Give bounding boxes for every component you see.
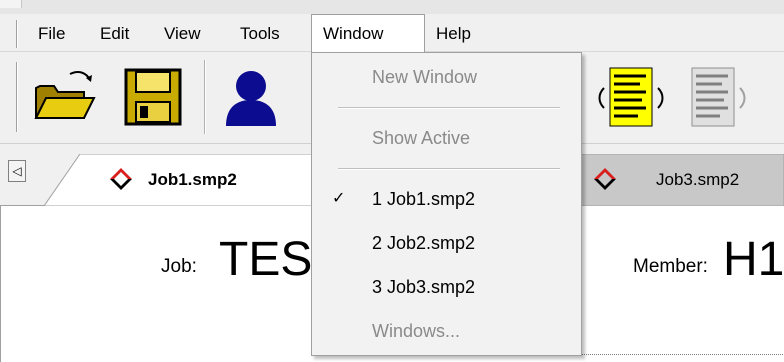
menu-item-window-3[interactable]: 3 Job3.smp2	[312, 267, 581, 307]
check-icon: ✓	[332, 190, 346, 207]
gray-document-icon	[691, 67, 746, 127]
menubar-grip[interactable]	[16, 20, 18, 48]
menu-view[interactable]: View	[156, 20, 209, 48]
user-button[interactable]	[216, 62, 286, 132]
job-diamond-icon	[594, 168, 616, 190]
menu-item-window-2[interactable]: 2 Job2.smp2	[312, 223, 581, 263]
menu-help[interactable]: Help	[428, 20, 479, 48]
menu-edit[interactable]: Edit	[92, 20, 137, 48]
title-strip-tab	[0, 0, 22, 8]
gray-document-button[interactable]	[678, 62, 748, 132]
tab-job3[interactable]: Job3.smp2	[560, 154, 784, 206]
job-diamond-icon	[110, 168, 132, 190]
dotted-line	[581, 354, 784, 355]
menu-item-windows[interactable]: Windows...	[312, 311, 581, 351]
tab-scroll-left-button[interactable]: ◁	[8, 160, 26, 182]
menu-separator	[338, 107, 560, 109]
save-icon	[124, 68, 182, 126]
user-icon	[226, 71, 276, 126]
menubar: File Edit View Tools Window Help	[0, 14, 784, 52]
title-strip	[0, 0, 784, 14]
menu-window[interactable]: Window	[311, 14, 425, 52]
menu-tools[interactable]: Tools	[232, 20, 288, 48]
yellow-document-button[interactable]	[596, 62, 666, 132]
menu-item-show-active[interactable]: Show Active	[312, 118, 581, 158]
save-button[interactable]	[118, 62, 188, 132]
tab-job1-label: Job1.smp2	[148, 170, 237, 189]
job-value: TES	[219, 233, 313, 286]
menu-item-window-1-label: 1 Job1.smp2	[372, 189, 476, 209]
window-menu-dropdown: New Window Show Active ✓ 1 Job1.smp2 2 J…	[311, 52, 582, 356]
job-label: Job:	[161, 256, 197, 277]
toolbar-grip[interactable]	[16, 62, 18, 132]
member-value: H1	[723, 233, 784, 286]
menu-separator	[338, 168, 560, 170]
menu-item-new-window[interactable]: New Window	[312, 57, 581, 97]
tab-job3-label: Job3.smp2	[656, 170, 740, 189]
open-button[interactable]	[30, 62, 100, 132]
member-label: Member:	[633, 256, 708, 277]
menu-file[interactable]: File	[30, 20, 73, 48]
yellow-document-icon	[598, 67, 664, 127]
menu-item-window-1[interactable]: ✓ 1 Job1.smp2	[312, 179, 581, 219]
toolbar-separator	[204, 60, 206, 134]
open-folder-icon	[34, 71, 96, 119]
tab-job1[interactable]: Job1.smp2	[44, 154, 324, 206]
